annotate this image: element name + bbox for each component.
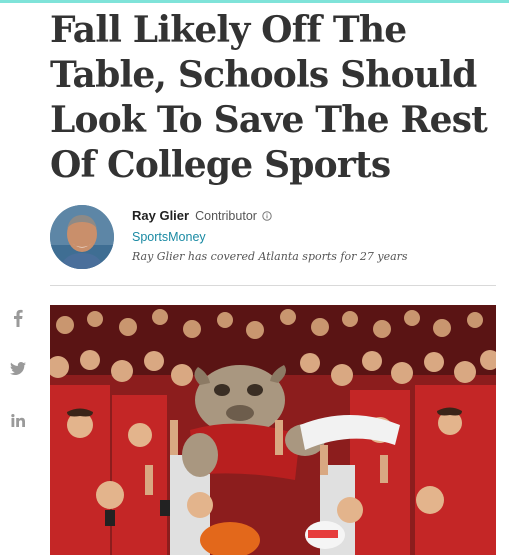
author-photo — [50, 205, 114, 269]
top-accent-bar — [0, 0, 509, 3]
author-info: Ray Glier Contributor SportsMoney Ray Gl… — [132, 208, 408, 263]
author-avatar[interactable] — [50, 205, 114, 269]
article-headline: Fall Likely Off The Table, Schools Shoul… — [50, 9, 488, 186]
byline-divider — [50, 285, 496, 286]
crowd-mascot-photo — [50, 305, 496, 555]
facebook-icon[interactable] — [9, 309, 27, 327]
author-bio: Ray Glier has covered Atlanta sports for… — [132, 250, 408, 263]
author-name[interactable]: Ray Glier — [132, 208, 189, 223]
channel-link[interactable]: SportsMoney — [132, 230, 408, 244]
info-icon[interactable] — [262, 210, 272, 221]
hero-image — [50, 305, 496, 555]
author-role: Contributor — [195, 208, 257, 223]
twitter-icon[interactable] — [9, 359, 27, 377]
linkedin-icon[interactable] — [9, 411, 27, 429]
